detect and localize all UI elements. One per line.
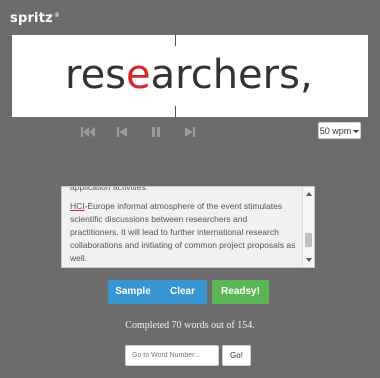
word-pivot-letter: e xyxy=(126,52,151,98)
logo-text: spritz xyxy=(10,11,53,26)
spritz-logo: spritz® xyxy=(10,11,60,26)
source-text-content: application activities. HCI-Europe infor… xyxy=(70,186,298,267)
app-root: spritz® researchers, 50 wpm application … xyxy=(0,0,380,378)
source-text-area[interactable]: application activities. HCI-Europe infor… xyxy=(61,186,315,268)
word-before-pivot: res xyxy=(65,52,127,98)
sample-button[interactable]: Sample xyxy=(108,280,158,304)
go-button[interactable]: Go! xyxy=(222,345,251,366)
scroll-down-icon[interactable] xyxy=(306,258,312,262)
scroll-up-icon[interactable] xyxy=(306,192,312,196)
text-paragraph-2-rest: -Europe informal atmosphere of the event… xyxy=(70,201,296,263)
pause-icon[interactable] xyxy=(148,125,164,139)
clear-button[interactable]: Clear xyxy=(158,280,207,304)
step-back-icon[interactable] xyxy=(114,125,130,139)
word-after-pivot: archers, xyxy=(150,52,313,98)
logo-mark: ® xyxy=(53,11,61,19)
text-paragraph-2: HCI-Europe informal atmosphere of the ev… xyxy=(70,200,298,265)
skip-back-icon[interactable] xyxy=(80,125,96,139)
reader-guide-top xyxy=(175,35,176,46)
reader-guide-bottom xyxy=(175,106,176,117)
wpm-label: 50 wpm xyxy=(319,126,352,136)
readsy-button[interactable]: Readsy! xyxy=(212,280,269,304)
progress-status: Completed 70 words out of 154. xyxy=(125,320,255,331)
current-word: researchers, xyxy=(12,49,368,101)
wpm-dropdown[interactable]: 50 wpm xyxy=(318,122,361,139)
step-forward-icon[interactable] xyxy=(182,125,198,139)
scrollbar-thumb[interactable] xyxy=(305,233,312,247)
text-scrollbar[interactable] xyxy=(302,187,314,267)
chevron-down-icon xyxy=(353,130,360,134)
text-hci-word: HCI xyxy=(70,201,85,211)
text-paragraph-partial: application activities. xyxy=(70,186,148,192)
playback-controls xyxy=(80,124,216,140)
reader-panel: researchers, xyxy=(12,35,368,117)
go-to-word-input[interactable] xyxy=(125,345,219,366)
